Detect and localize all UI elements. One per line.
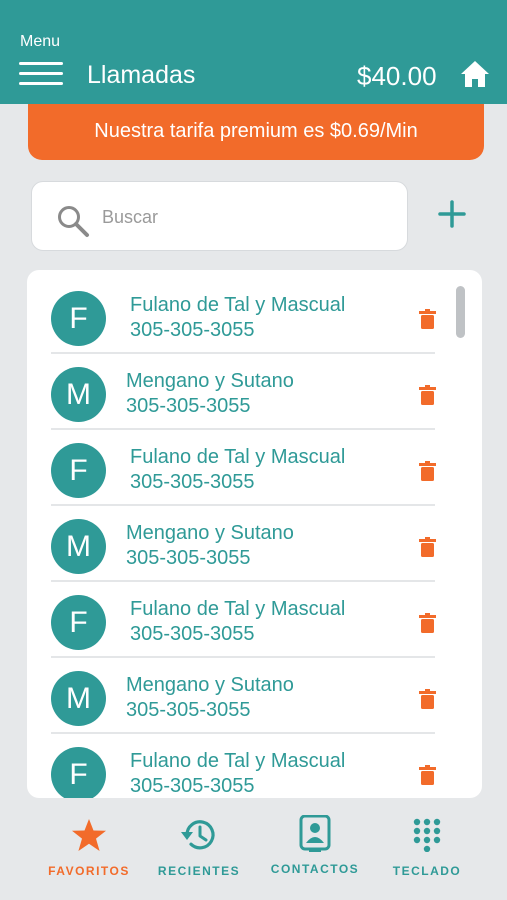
- avatar: F: [51, 747, 106, 798]
- list-item[interactable]: F Fulano de Tal y Mascual 305-305-3055: [27, 430, 482, 506]
- contact-name: Fulano de Tal y Mascual: [130, 598, 346, 620]
- contact-phone: 305-305-3055: [130, 623, 255, 645]
- contact-name: Fulano de Tal y Mascual: [130, 750, 346, 772]
- contact-phone: 305-305-3055: [130, 775, 255, 797]
- bottom-tab-bar: FAVORITOS RECIENTES CONTACTOS TECLADO: [0, 800, 507, 900]
- menu-label: Menu: [20, 33, 61, 50]
- app-header: Menu Llamadas $40.00: [0, 0, 507, 104]
- contact-card-icon: [299, 815, 331, 852]
- tab-label: TECLADO: [392, 864, 462, 878]
- tab-teclado[interactable]: TECLADO: [372, 818, 482, 888]
- avatar: F: [51, 291, 106, 346]
- trash-icon[interactable]: [419, 689, 436, 709]
- contact-name: Mengano y Sutano: [126, 674, 294, 696]
- favorites-list: F Fulano de Tal y Mascual 305-305-3055 M…: [27, 270, 482, 798]
- contact-phone: 305-305-3055: [126, 547, 251, 569]
- list-item[interactable]: F Fulano de Tal y Mascual 305-305-3055: [27, 582, 482, 658]
- tab-recientes[interactable]: RECIENTES: [144, 818, 254, 888]
- contact-phone: 305-305-3055: [130, 319, 255, 341]
- tab-label: FAVORITOS: [48, 864, 130, 878]
- avatar: F: [51, 443, 106, 498]
- avatar: M: [51, 671, 106, 726]
- list-scrollbar[interactable]: [456, 286, 465, 338]
- list-item[interactable]: M Mengano y Sutano 305-305-3055: [27, 658, 482, 734]
- contact-phone: 305-305-3055: [130, 471, 255, 493]
- contact-name: Fulano de Tal y Mascual: [130, 446, 346, 468]
- page-title: Llamadas: [87, 61, 196, 89]
- tab-label: CONTACTOS: [270, 862, 360, 876]
- search-box: [31, 181, 408, 251]
- tab-label: RECIENTES: [157, 864, 241, 878]
- search-icon: [58, 206, 89, 237]
- trash-icon[interactable]: [419, 309, 436, 329]
- avatar: M: [51, 519, 106, 574]
- premium-rate-banner[interactable]: Nuestra tarifa premium es $0.69/Min: [28, 104, 484, 160]
- list-item[interactable]: F Fulano de Tal y Mascual 305-305-3055: [27, 278, 482, 354]
- trash-icon[interactable]: [419, 613, 436, 633]
- list-item[interactable]: M Mengano y Sutano 305-305-3055: [27, 354, 482, 430]
- trash-icon[interactable]: [419, 461, 436, 481]
- keypad-icon: [413, 818, 441, 852]
- list-item[interactable]: F Fulano de Tal y Mascual 305-305-3055: [27, 734, 482, 798]
- contact-name: Fulano de Tal y Mascual: [130, 294, 346, 316]
- tab-favoritos[interactable]: FAVORITOS: [34, 818, 144, 888]
- trash-icon[interactable]: [419, 765, 436, 785]
- avatar: F: [51, 595, 106, 650]
- home-icon[interactable]: [460, 60, 490, 88]
- search-input[interactable]: [102, 200, 392, 234]
- contact-phone: 305-305-3055: [126, 699, 251, 721]
- balance-amount: $40.00: [357, 61, 437, 91]
- trash-icon[interactable]: [419, 537, 436, 557]
- trash-icon[interactable]: [419, 385, 436, 405]
- contact-phone: 305-305-3055: [126, 395, 251, 417]
- list-item[interactable]: M Mengano y Sutano 305-305-3055: [27, 506, 482, 582]
- contact-name: Mengano y Sutano: [126, 370, 294, 392]
- avatar: M: [51, 367, 106, 422]
- tab-contactos[interactable]: CONTACTOS: [260, 815, 370, 888]
- star-icon: [72, 819, 106, 851]
- add-contact-button[interactable]: [434, 196, 470, 232]
- hamburger-menu-icon[interactable]: [19, 62, 63, 86]
- history-icon: [181, 820, 215, 850]
- contact-name: Mengano y Sutano: [126, 522, 294, 544]
